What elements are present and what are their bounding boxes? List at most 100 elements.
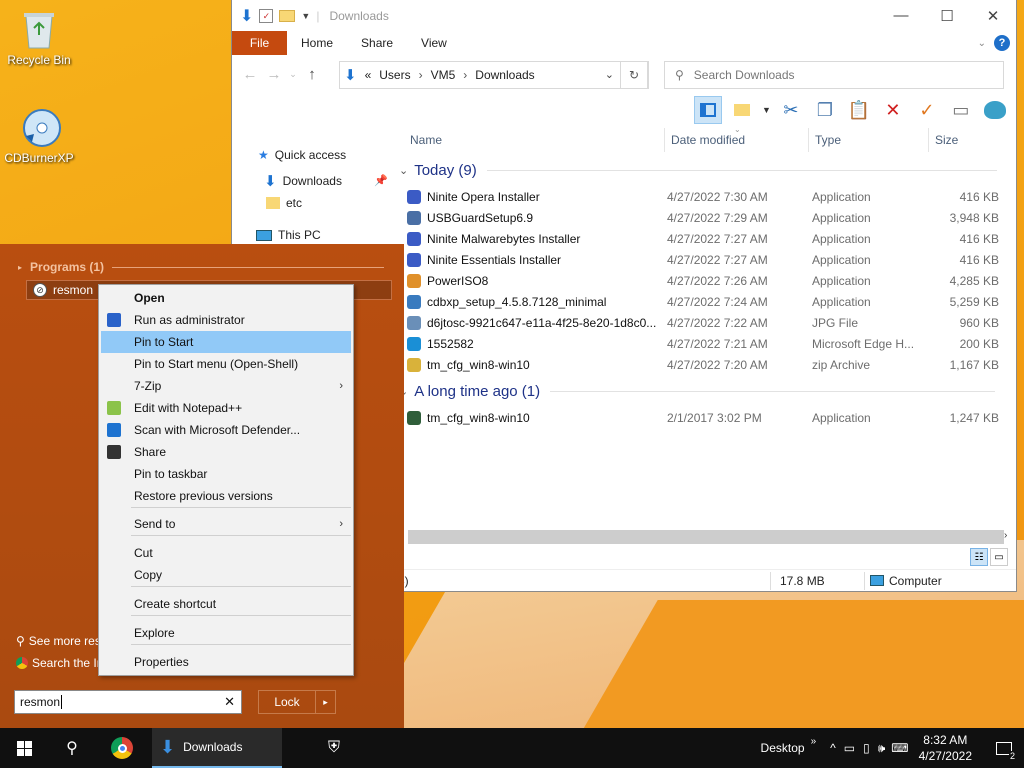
large-icons-view-icon[interactable]: ▭ (990, 548, 1008, 566)
paste-icon[interactable]: 📋 (845, 96, 873, 124)
breadcrumb-users[interactable]: Users (379, 68, 410, 82)
taskbar-explorer-downloads[interactable]: ⬇ Downloads (152, 728, 282, 768)
address-dropdown-icon[interactable]: ⌄ (605, 68, 614, 81)
open-shell-icon[interactable] (981, 96, 1009, 124)
file-row[interactable]: cdbxp_setup_4.5.8.7128_minimal 4/27/2022 … (407, 291, 1007, 312)
show-hidden-icons[interactable]: ^ (830, 741, 836, 755)
refresh-button[interactable]: ↻ (620, 61, 648, 89)
file-row[interactable]: Ninite Opera Installer 4/27/2022 7:30 AM A… (407, 186, 1007, 207)
column-header-type[interactable]: Type (815, 133, 841, 147)
status-computer: Computer (889, 574, 942, 588)
group-header-today[interactable]: ⌄ Today (9) (399, 162, 997, 179)
battery-icon[interactable]: ▯ (863, 741, 870, 755)
menu-item-copy[interactable]: Copy (101, 564, 351, 586)
menu-item-properties[interactable]: Properties (101, 651, 351, 673)
menu-item-open[interactable]: Open (101, 287, 351, 309)
preview-pane-icon[interactable] (694, 96, 722, 124)
new-folder-icon[interactable] (279, 9, 296, 22)
file-row[interactable]: tm_cfg_win8-win10 2/1/2017 3:02 PM Applica… (407, 407, 1007, 428)
menu-item-pin-to-taskbar[interactable]: Pin to taskbar (101, 463, 351, 485)
copy-icon[interactable]: ❐ (811, 96, 839, 124)
file-row[interactable]: Ninite Malwarebytes Installer 4/27/2022 7… (407, 228, 1007, 249)
forward-button[interactable]: → (262, 66, 286, 83)
help-icon[interactable]: ? (994, 35, 1010, 51)
details-view-icon[interactable]: ☷ (970, 548, 988, 566)
properties-check-icon[interactable]: ✓ (913, 96, 941, 124)
network-icon[interactable]: ▭ (844, 741, 855, 755)
address-overflow[interactable]: « (365, 68, 372, 82)
nav-downloads[interactable]: ⬇ Downloads (264, 172, 342, 190)
tab-file[interactable]: File (232, 31, 287, 55)
file-row[interactable]: Ninite Essentials Installer 4/27/2022 7:2… (407, 249, 1007, 270)
programs-header[interactable]: ▸ Programs (1) (18, 260, 384, 274)
taskbar-search-icon[interactable]: ⚲ (52, 728, 92, 768)
cut-icon[interactable]: ✂ (777, 96, 805, 124)
toolbar-expand-icon[interactable]: » (811, 736, 817, 747)
desktop-icon-cdburnerxp[interactable]: CDBurnerXP (4, 106, 74, 165)
clear-search-icon[interactable]: ✕ (224, 694, 235, 710)
menu-item-explore[interactable]: Explore (101, 622, 351, 644)
menu-item-cut[interactable]: Cut (101, 542, 351, 564)
menu-item-edit-with-notepad[interactable]: Edit with Notepad++ (101, 397, 351, 419)
delete-icon[interactable]: ✕ (879, 96, 907, 124)
close-button[interactable]: ✕ (970, 0, 1016, 31)
notification-center[interactable]: 2 (984, 728, 1024, 768)
see-more-results-link[interactable]: ⚲ See more res (16, 634, 101, 648)
back-button[interactable]: ← (238, 66, 262, 83)
recent-locations-icon[interactable]: ⌄ (286, 69, 300, 80)
file-row[interactable]: PowerISO8 4/27/2022 7:26 AM Application 4,2… (407, 270, 1007, 291)
taskbar-chrome[interactable] (100, 728, 144, 768)
desktop-icon-recycle-bin[interactable]: Recycle Bin (4, 8, 74, 67)
menu-item-pin-to-start-menu-open-shell[interactable]: Pin to Start menu (Open-Shell) (101, 353, 351, 375)
breadcrumb-vm5[interactable]: VM5 (431, 68, 456, 82)
power-options-arrow-icon[interactable]: ▸ (315, 691, 335, 713)
horizontal-scrollbar[interactable] (408, 530, 1004, 544)
file-row[interactable]: d6jtosc-9921c647-e11a-4f25-8e20-1d8c0...… (407, 312, 1007, 333)
menu-item-pin-to-start[interactable]: Pin to Start (101, 331, 351, 353)
expand-ribbon-icon[interactable]: ⌄ (978, 38, 986, 49)
menu-item-restore-previous-versions[interactable]: Restore previous versions (101, 485, 351, 507)
desktop-toolbar[interactable]: Desktop (761, 741, 805, 755)
column-header-date[interactable]: Date modified (671, 133, 745, 147)
clock[interactable]: 8:32 AM 4/27/2022 (919, 732, 972, 764)
maximize-button[interactable]: ☐ (924, 0, 970, 31)
group-header-long-ago[interactable]: ⌄ A long time ago (1) (399, 383, 996, 400)
minimize-button[interactable]: — (878, 0, 924, 31)
nav-this-pc[interactable]: This PC (256, 228, 321, 242)
menu-item-send-to[interactable]: Send to › (101, 513, 351, 535)
column-header-name[interactable]: Name (410, 133, 442, 147)
tab-share[interactable]: Share (347, 31, 407, 55)
nav-quick-access[interactable]: ★ Quick access (258, 148, 346, 162)
lock-button[interactable]: Lock ▸ (258, 690, 336, 714)
volume-icon[interactable]: 🕪 (878, 741, 886, 756)
taskbar-defender[interactable]: ⛨ (312, 728, 356, 768)
search-internet-link[interactable]: Search the In (16, 656, 103, 670)
start-button[interactable] (0, 728, 48, 768)
keyboard-icon[interactable]: ⌨ (891, 741, 908, 755)
dropdown-icon[interactable]: ▼ (762, 105, 771, 115)
menu-item-share[interactable]: Share (101, 441, 351, 463)
address-bar[interactable]: ⬇ « Users › VM5 › Downloads ⌄ ↻ (339, 61, 649, 89)
up-button[interactable]: ↑ (300, 66, 324, 83)
menu-item-scan-with-microsoft-defender[interactable]: Scan with Microsoft Defender... (101, 419, 351, 441)
nav-etc[interactable]: etc (266, 196, 302, 210)
pin-icon[interactable]: 📌 (374, 174, 388, 187)
menu-separator (131, 586, 351, 587)
search-input[interactable]: ⚲ Search Downloads (664, 61, 1004, 89)
folder-options-icon[interactable] (728, 96, 756, 124)
menu-item-7-zip[interactable]: 7-Zip › (101, 375, 351, 397)
menu-item-run-as-administrator[interactable]: Run as administrator (101, 309, 351, 331)
menu-item-create-shortcut[interactable]: Create shortcut (101, 593, 351, 615)
scroll-right-icon[interactable]: › (1004, 530, 1007, 541)
start-search-input[interactable]: resmon ✕ (14, 690, 242, 714)
customize-toolbar-icon[interactable]: ▼ (301, 11, 310, 21)
rename-icon[interactable]: ▭ (947, 96, 975, 124)
tab-view[interactable]: View (407, 31, 461, 55)
file-row[interactable]: 1552582 4/27/2022 7:21 AM Microsoft Edge H… (407, 333, 1007, 354)
file-row[interactable]: USBGuardSetup6.9 4/27/2022 7:29 AM Applica… (407, 207, 1007, 228)
column-header-size[interactable]: Size (935, 133, 958, 147)
breadcrumb-downloads[interactable]: Downloads (475, 68, 534, 82)
tab-home[interactable]: Home (287, 31, 347, 55)
file-row[interactable]: tm_cfg_win8-win10 4/27/2022 7:20 AM zip Ar… (407, 354, 1007, 375)
properties-icon[interactable]: ✓ (259, 8, 274, 23)
